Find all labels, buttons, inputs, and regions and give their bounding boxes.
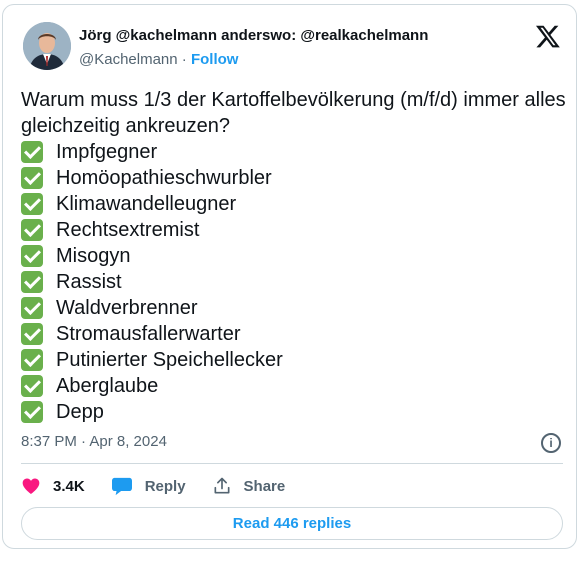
upload-share-icon [214,477,230,494]
like-button[interactable]: 3.4K [21,476,85,496]
divider [21,463,563,464]
checklist-item-label: Impfgegner [56,141,158,163]
separator-dot: · [181,51,187,68]
checklist-item-label: Rechtsextremist [56,219,200,241]
check-mark-button-icon [21,141,43,163]
share-label: Share [243,477,286,495]
checklist-item: Stromausfallerwarter [21,321,571,347]
avatar[interactable] [23,22,71,70]
checklist-item: Aberglaube [21,373,571,399]
checklist-item: Waldverbrenner [21,295,571,321]
author-display-name[interactable]: Jörg @kachelmann anderswo: @realkachelma… [79,27,428,44]
author-handle-row: @Kachelmann · Follow [79,51,238,68]
check-mark-button-icon [21,375,43,397]
checklist-item-label: Misogyn [56,245,131,267]
checklist-item-label: Putinierter Speichellecker [56,349,283,371]
author-handle[interactable]: @Kachelmann [79,51,178,68]
checklist-item-label: Homöopathieschwurbler [56,167,272,189]
check-mark-button-icon [21,349,43,371]
share-button[interactable]: Share [212,476,286,496]
checklist-item: Homöopathieschwurbler [21,165,571,191]
tweet-text: Warum muss 1/3 der Kartoffelbevölkerung … [21,87,571,425]
tweet-intro: Warum muss 1/3 der Kartoffelbevölkerung … [21,89,566,137]
checklist-item-label: Klimawandelleugner [56,193,237,215]
checklist-item: Depp [21,399,571,425]
check-mark-button-icon [21,323,43,345]
check-mark-button-icon [21,245,43,267]
checklist-item: Rassist [21,269,571,295]
reply-button[interactable]: Reply [111,476,186,496]
checklist-item-label: Rassist [56,271,122,293]
check-mark-button-icon [21,297,43,319]
reply-label: Reply [144,477,186,495]
checklist-item: Rechtsextremist [21,217,571,243]
checklist-item: Klimawandelleugner [21,191,571,217]
like-count: 3.4K [53,477,85,495]
heart-icon [22,478,40,494]
read-replies-button[interactable]: Read 446 replies [21,507,563,540]
info-icon[interactable]: i [541,433,561,453]
check-mark-button-icon [21,271,43,293]
check-mark-button-icon [21,219,43,241]
checklist-item-label: Aberglaube [56,375,159,397]
tweet-card[interactable]: Jörg @kachelmann anderswo: @realkachelma… [2,4,577,549]
speech-bubble-icon [111,477,132,496]
checklist: Impfgegner Homöopathieschwurbler Klimawand… [21,139,571,425]
follow-button[interactable]: Follow [191,51,239,68]
avatar-portrait [23,22,71,70]
tweet-timestamp[interactable]: 8:37 PM · Apr 8, 2024 [21,433,167,450]
x-logo-icon[interactable] [535,23,561,49]
checklist-item-label: Waldverbrenner [56,297,198,319]
checklist-item: Putinierter Speichellecker [21,347,571,373]
checklist-item: Misogyn [21,243,571,269]
checklist-item: Impfgegner [21,139,571,165]
checklist-item-label: Stromausfallerwarter [56,323,241,345]
action-bar: 3.4K Reply Share [21,473,311,499]
check-mark-button-icon [21,167,43,189]
check-mark-button-icon [21,401,43,423]
check-mark-button-icon [21,193,43,215]
checklist-item-label: Depp [56,401,104,423]
